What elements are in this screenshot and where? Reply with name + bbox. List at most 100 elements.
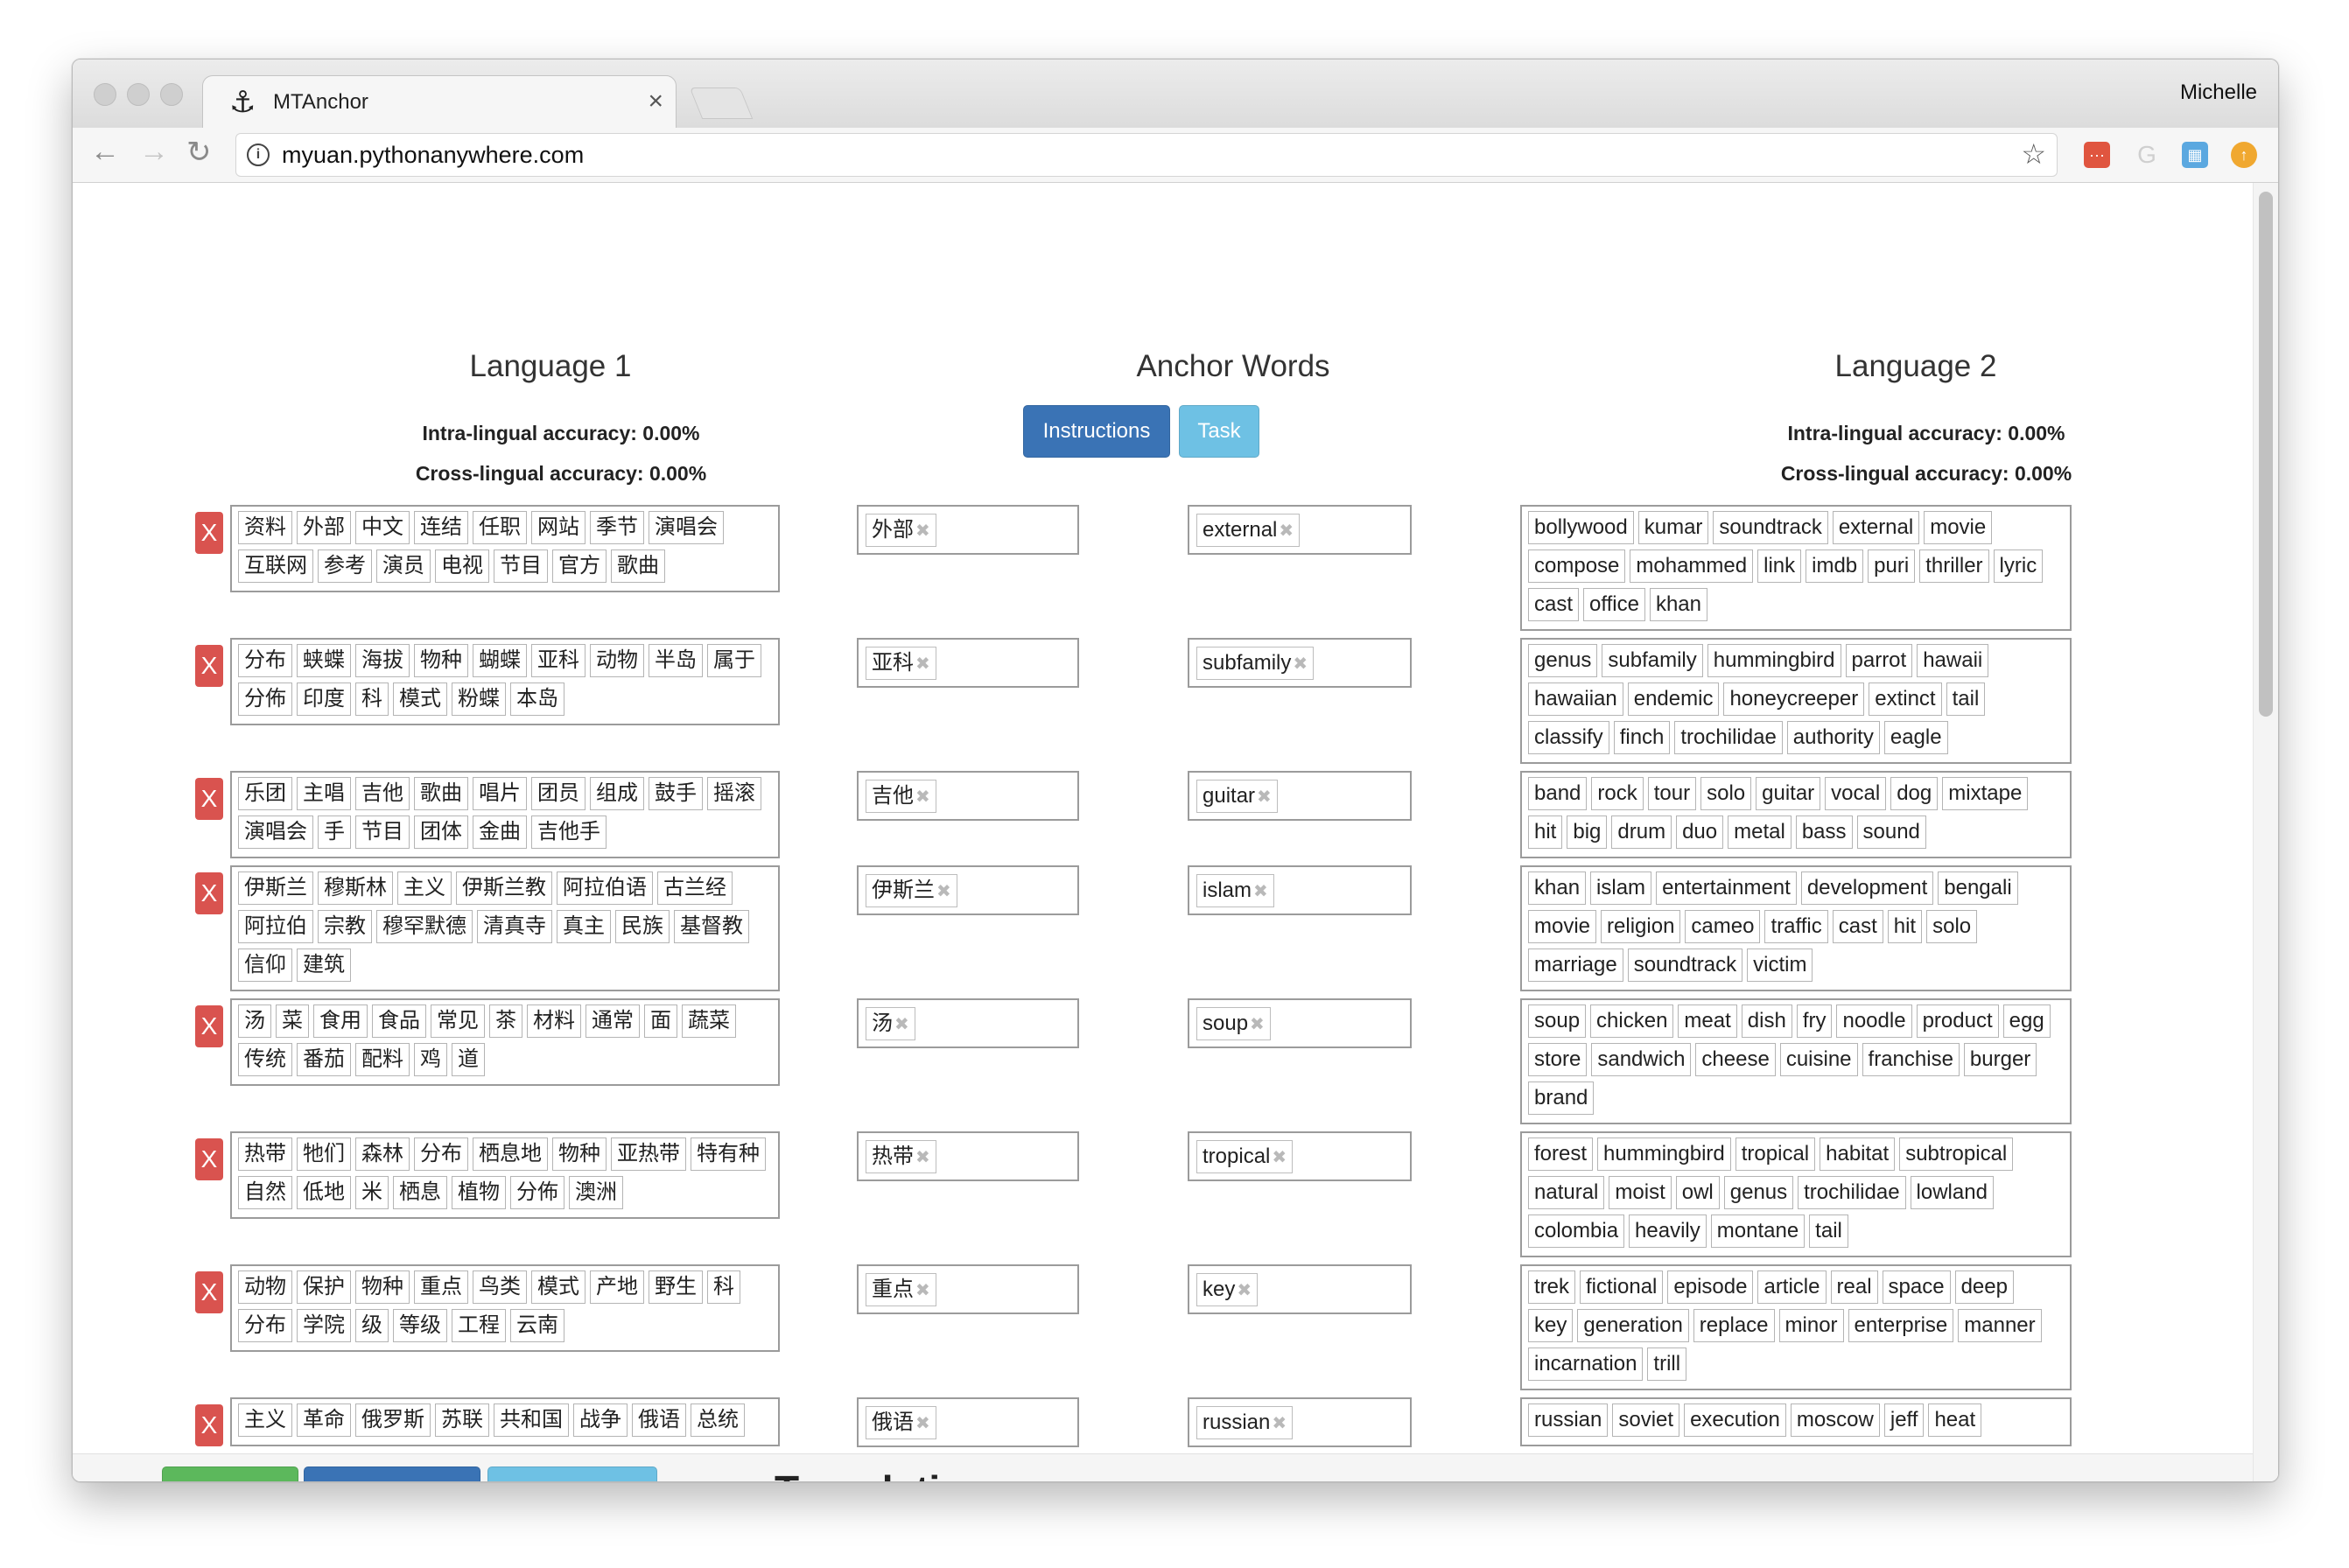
topic-word[interactable]: 传统 — [238, 1043, 292, 1076]
topic-word[interactable]: 鼓手 — [649, 777, 703, 810]
topic-word[interactable]: 苏联 — [435, 1404, 489, 1437]
topic-word[interactable]: 节目 — [355, 816, 410, 849]
topic-word[interactable]: khan — [1528, 872, 1587, 905]
topic-word[interactable]: product — [1916, 1004, 1999, 1038]
remove-anchor-icon[interactable]: ✖ — [915, 522, 930, 541]
topic-word[interactable]: chicken — [1590, 1004, 1674, 1038]
topic-word[interactable]: eagle — [1883, 721, 1948, 754]
remove-anchor-icon[interactable]: ✖ — [1279, 522, 1294, 541]
topic-word[interactable]: 配料 — [355, 1043, 410, 1076]
topic-word[interactable]: noodle — [1836, 1004, 1912, 1038]
topic-word[interactable]: 蛱蝶 — [297, 644, 351, 677]
arrow-up-extension-icon[interactable]: ↑ — [2231, 142, 2257, 168]
topic-word[interactable]: movie — [1528, 910, 1597, 943]
bookmark-star-icon[interactable]: ☆ — [2021, 137, 2046, 171]
topic-word[interactable]: 民族 — [615, 910, 670, 943]
url-text[interactable]: myuan.pythonanywhere.com — [282, 142, 584, 169]
topic-word[interactable]: franchise — [1862, 1043, 1960, 1076]
topic-word[interactable]: 革命 — [297, 1404, 351, 1437]
remove-anchor-icon[interactable]: ✖ — [936, 882, 951, 901]
reload-icon[interactable]: ↻ — [186, 135, 212, 170]
topic-word[interactable]: lowland — [1910, 1176, 1994, 1209]
topic-word[interactable]: soundtrack — [1713, 511, 1828, 544]
extension-menu-icon[interactable]: ··· — [2084, 142, 2110, 168]
topic-word[interactable]: 鸡 — [414, 1043, 447, 1076]
topic-word[interactable]: 清真寺 — [477, 910, 552, 943]
topic-word[interactable]: 级 — [355, 1309, 389, 1342]
topic-word[interactable]: hawaiian — [1528, 682, 1623, 716]
topic-word[interactable]: episode — [1667, 1270, 1754, 1304]
topic-word[interactable]: genus — [1723, 1176, 1794, 1209]
topic-word[interactable]: finch — [1613, 721, 1671, 754]
topic-word[interactable]: 团体 — [414, 816, 468, 849]
topic-word[interactable]: 鸟类 — [473, 1270, 527, 1304]
topic-word[interactable]: 番茄 — [297, 1043, 351, 1076]
topic-word[interactable]: 乐团 — [238, 777, 292, 810]
topic-word[interactable]: dog — [1890, 777, 1939, 810]
topic-word[interactable]: 分布 — [414, 1138, 468, 1171]
topic-word[interactable]: 蝴蝶 — [473, 644, 527, 677]
topic-word[interactable]: 真主 — [557, 910, 611, 943]
topic-word[interactable]: 物种 — [552, 1138, 607, 1171]
topic-word[interactable]: 节目 — [494, 550, 548, 583]
topic-word[interactable]: enterprise — [1848, 1309, 1954, 1342]
topic-word[interactable]: imdb — [1806, 550, 1864, 583]
topic-word[interactable]: deep — [1954, 1270, 2014, 1304]
topic-word[interactable]: bengali — [1938, 872, 2018, 905]
topic-word[interactable]: drum — [1611, 816, 1672, 849]
topic-word[interactable]: russian — [1528, 1404, 1609, 1437]
topic-word[interactable]: compose — [1528, 550, 1626, 583]
topic-word[interactable]: 季节 — [590, 511, 644, 544]
anchor-input-language1[interactable]: 汤 ✖ — [857, 998, 1079, 1048]
topic-word[interactable]: big — [1567, 816, 1608, 849]
topic-word[interactable]: 参考 — [318, 550, 372, 583]
topic-word[interactable]: 云南 — [510, 1309, 564, 1342]
topic-word[interactable]: 低地 — [297, 1176, 351, 1209]
topic-word[interactable]: subfamily — [1602, 644, 1703, 677]
topic-word[interactable]: 科 — [355, 682, 389, 716]
window-extension-icon[interactable]: ▦ — [2182, 142, 2208, 168]
topic-word[interactable]: 粉蝶 — [452, 682, 506, 716]
topic-word[interactable]: 金曲 — [473, 816, 527, 849]
remove-topic-button[interactable]: X — [195, 778, 223, 820]
remove-anchor-icon[interactable]: ✖ — [1293, 654, 1308, 674]
update-topics-button[interactable]: Update Topics — [304, 1466, 480, 1481]
topic-word[interactable]: sound — [1856, 816, 1926, 849]
topic-word[interactable]: extinct — [1869, 682, 1942, 716]
topic-word[interactable]: subtropical — [1899, 1138, 2014, 1171]
anchor-input-language1[interactable]: 亚科 ✖ — [857, 638, 1079, 688]
topic-word[interactable]: endemic — [1627, 682, 1720, 716]
topic-word[interactable]: 手 — [318, 816, 351, 849]
anchor-input-language2[interactable]: key ✖ — [1188, 1264, 1412, 1314]
topic-word[interactable]: 常见 — [431, 1004, 485, 1038]
topic-word[interactable]: 亚热带 — [611, 1138, 686, 1171]
info-icon[interactable]: i — [247, 144, 270, 166]
close-tab-icon[interactable]: × — [648, 87, 663, 116]
topic-word[interactable]: movie — [1924, 511, 1993, 544]
topic-word[interactable]: office — [1583, 588, 1645, 621]
topic-word[interactable]: 摇滚 — [707, 777, 761, 810]
topic-word[interactable]: hummingbird — [1707, 644, 1841, 677]
topic-word[interactable]: 主义 — [397, 872, 452, 905]
topic-word[interactable]: 重点 — [414, 1270, 468, 1304]
topic-word[interactable]: 汤 — [238, 1004, 271, 1038]
remove-anchor-icon[interactable]: ✖ — [915, 1414, 930, 1433]
topic-word[interactable]: soup — [1528, 1004, 1587, 1038]
topic-word[interactable]: minor — [1778, 1309, 1844, 1342]
remove-anchor-icon[interactable]: ✖ — [1253, 882, 1268, 901]
topic-word[interactable]: mohammed — [1630, 550, 1754, 583]
topic-word[interactable]: 澳洲 — [569, 1176, 623, 1209]
topic-word[interactable]: trill — [1647, 1348, 1687, 1381]
topic-word[interactable]: 等级 — [393, 1309, 447, 1342]
remove-anchor-icon[interactable]: ✖ — [915, 1281, 930, 1300]
topic-word[interactable]: 歌曲 — [414, 777, 468, 810]
topic-word[interactable]: guitar — [1756, 777, 1821, 810]
topic-word[interactable]: 连结 — [414, 511, 468, 544]
topic-word[interactable]: 吉他手 — [531, 816, 607, 849]
topic-word[interactable]: 特有种 — [691, 1138, 766, 1171]
address-bar[interactable]: i myuan.pythonanywhere.com ☆ — [235, 133, 2058, 177]
topic-word[interactable]: 演唱会 — [238, 816, 313, 849]
topic-word[interactable]: 主义 — [238, 1404, 292, 1437]
topic-word[interactable]: 印度 — [297, 682, 351, 716]
topic-word[interactable]: 植物 — [452, 1176, 506, 1209]
